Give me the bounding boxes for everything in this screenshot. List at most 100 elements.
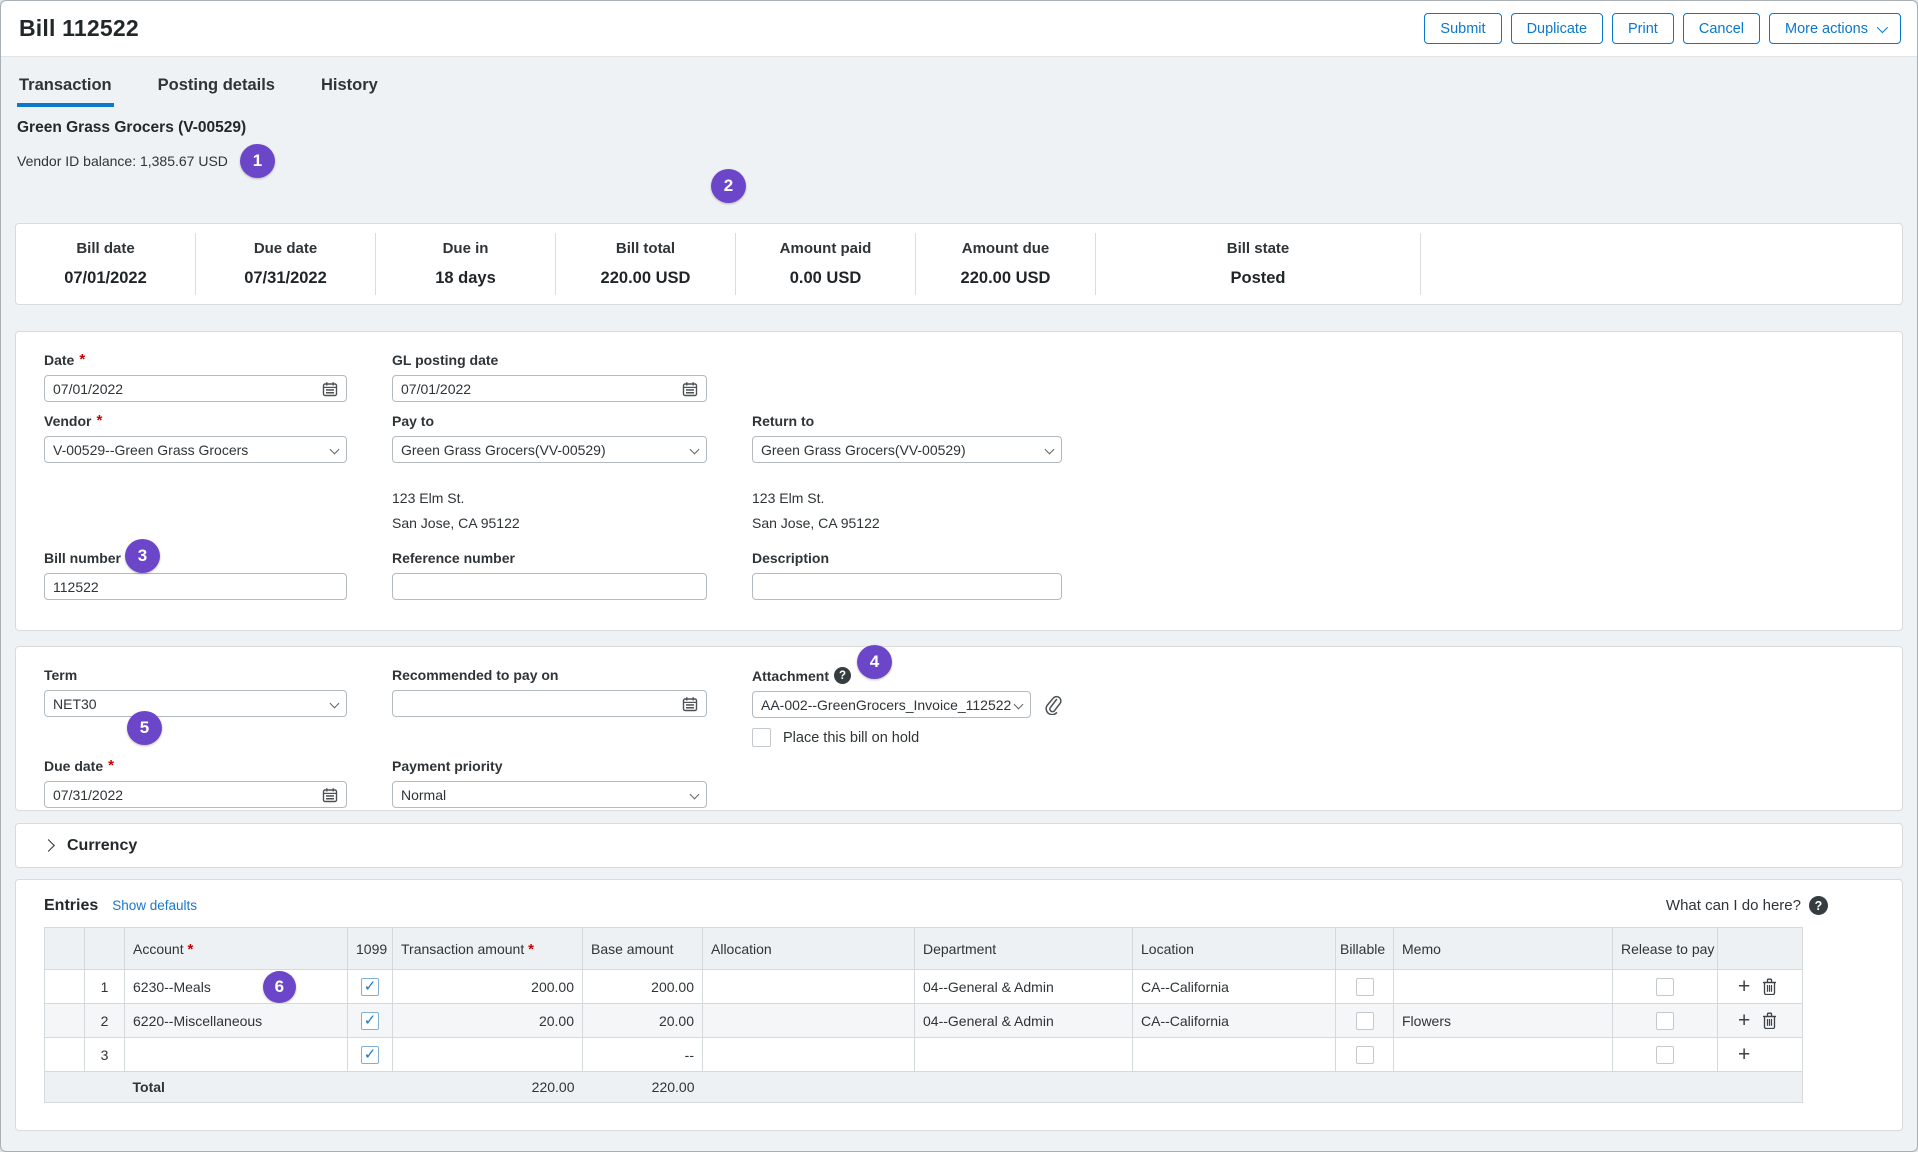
payment-priority-select[interactable]: Normal bbox=[392, 781, 707, 808]
required-marker: * bbox=[108, 761, 114, 771]
gl-posting-date-label: GL posting date bbox=[392, 352, 498, 368]
delete-row-icon[interactable] bbox=[1762, 978, 1777, 995]
reference-number-label: Reference number bbox=[392, 550, 515, 566]
show-defaults-link[interactable]: Show defaults bbox=[112, 898, 197, 913]
calendar-icon[interactable] bbox=[322, 381, 338, 397]
1099-checkbox[interactable] bbox=[361, 1012, 379, 1030]
payment-priority-label: Payment priority bbox=[392, 758, 502, 774]
vendor-balance-text: Vendor ID balance: 1,385.67 USD bbox=[17, 153, 228, 169]
address-line-1: 123 Elm St. bbox=[392, 486, 707, 511]
add-row-icon[interactable]: + bbox=[1738, 1010, 1750, 1031]
bill-number-input[interactable] bbox=[53, 579, 338, 595]
recommended-to-pay-on-input[interactable] bbox=[401, 696, 682, 712]
vendor-select[interactable]: V-00529--Green Grass Grocers bbox=[44, 436, 347, 463]
gl-posting-date-input[interactable] bbox=[401, 381, 682, 397]
callout-badge-4: 4 bbox=[857, 645, 892, 679]
account-cell[interactable]: 6220--Miscellaneous bbox=[125, 1004, 348, 1038]
address-line-2: San Jose, CA 95122 bbox=[392, 511, 707, 536]
location-column-header: Location bbox=[1133, 928, 1336, 970]
transaction-amount-cell[interactable]: 200.00 bbox=[393, 970, 583, 1004]
total-transaction-amount: 220.00 bbox=[393, 1072, 583, 1103]
entry-row-2: 2 6220--Miscellaneous 20.00 20.00 04--Ge… bbox=[45, 1004, 1803, 1038]
memo-cell[interactable] bbox=[1394, 1038, 1613, 1072]
tab-transaction[interactable]: Transaction bbox=[17, 76, 114, 107]
calendar-icon[interactable] bbox=[322, 787, 338, 803]
location-cell[interactable]: CA--California bbox=[1133, 1004, 1336, 1038]
location-cell[interactable]: CA--California bbox=[1133, 970, 1336, 1004]
description-label: Description bbox=[752, 550, 829, 566]
print-button[interactable]: Print bbox=[1612, 13, 1674, 44]
description-input[interactable] bbox=[761, 579, 1053, 595]
bill-detail-page: Bill 112522 Submit Duplicate Print Cance… bbox=[0, 0, 1918, 1152]
chevron-down-icon bbox=[690, 790, 700, 800]
attachment-select-value: AA-002--GreenGrocers_Invoice_112522 bbox=[761, 697, 1011, 713]
calendar-icon[interactable] bbox=[682, 381, 698, 397]
account-cell[interactable] bbox=[125, 1038, 348, 1072]
more-actions-button[interactable]: More actions bbox=[1769, 13, 1901, 44]
tab-posting-details[interactable]: Posting details bbox=[156, 76, 277, 107]
chevron-down-icon bbox=[1014, 700, 1024, 710]
entries-table: Account * 1099 Transaction amount * Base… bbox=[44, 927, 1803, 1103]
date-label: Date bbox=[44, 352, 74, 368]
transaction-amount-cell[interactable] bbox=[393, 1038, 583, 1072]
hold-checkbox[interactable] bbox=[752, 728, 771, 747]
1099-checkbox[interactable] bbox=[361, 978, 379, 996]
attachment-field: Attachment ? AA-002--GreenGrocers_Invoic… bbox=[752, 667, 1062, 747]
recommended-to-pay-on-label: Recommended to pay on bbox=[392, 667, 558, 683]
billable-checkbox[interactable] bbox=[1356, 1012, 1374, 1030]
empty-cell bbox=[752, 352, 1062, 402]
department-cell[interactable]: 04--General & Admin bbox=[915, 970, 1133, 1004]
add-row-icon[interactable]: + bbox=[1738, 976, 1750, 997]
summary-value: 220.00 USD bbox=[601, 269, 691, 288]
tab-history[interactable]: History bbox=[319, 76, 380, 107]
location-cell[interactable] bbox=[1133, 1038, 1336, 1072]
address-line-1: 123 Elm St. bbox=[752, 486, 1062, 511]
department-cell[interactable] bbox=[915, 1038, 1133, 1072]
due-date-label: Due date bbox=[44, 758, 103, 774]
summary-label: Bill total bbox=[616, 240, 675, 257]
summary-label: Bill date bbox=[76, 240, 134, 257]
memo-cell[interactable] bbox=[1394, 970, 1613, 1004]
attachment-select[interactable]: AA-002--GreenGrocers_Invoice_112522 bbox=[752, 691, 1031, 718]
release-to-pay-checkbox[interactable] bbox=[1656, 978, 1674, 996]
release-to-pay-checkbox[interactable] bbox=[1656, 1012, 1674, 1030]
attachment-help-icon[interactable]: ? bbox=[834, 667, 851, 684]
1099-checkbox[interactable] bbox=[361, 1046, 379, 1064]
cancel-button[interactable]: Cancel bbox=[1683, 13, 1760, 44]
hold-checkbox-row: Place this bill on hold bbox=[752, 728, 1062, 747]
summary-due-date: Due date 07/31/2022 bbox=[196, 233, 376, 295]
billable-checkbox[interactable] bbox=[1356, 978, 1374, 996]
chevron-right-icon bbox=[42, 839, 55, 852]
return-to-select[interactable]: Green Grass Grocers(VV-00529) bbox=[752, 436, 1062, 463]
delete-row-icon[interactable] bbox=[1762, 1012, 1777, 1029]
summary-value: 18 days bbox=[435, 269, 496, 288]
department-cell[interactable]: 04--General & Admin bbox=[915, 1004, 1133, 1038]
reference-number-input[interactable] bbox=[401, 579, 698, 595]
row-number-column-header bbox=[85, 928, 125, 970]
submit-button[interactable]: Submit bbox=[1424, 13, 1501, 44]
pay-to-field: Pay to Green Grass Grocers(VV-00529) bbox=[392, 413, 707, 463]
entries-total-row: Total 220.00 220.00 bbox=[45, 1072, 1803, 1103]
account-cell[interactable]: 6230--Meals bbox=[133, 979, 211, 995]
billable-checkbox[interactable] bbox=[1356, 1046, 1374, 1064]
calendar-icon[interactable] bbox=[682, 696, 698, 712]
due-date-input[interactable] bbox=[53, 787, 322, 803]
return-to-address: 123 Elm St. San Jose, CA 95122 bbox=[752, 486, 1062, 536]
bill-number-field: Bill number bbox=[44, 550, 347, 600]
add-row-icon[interactable]: + bbox=[1738, 1044, 1750, 1065]
release-to-pay-checkbox[interactable] bbox=[1656, 1046, 1674, 1064]
allocation-cell[interactable] bbox=[703, 1038, 915, 1072]
term-select[interactable]: NET30 bbox=[44, 690, 347, 717]
date-input[interactable] bbox=[53, 381, 322, 397]
entries-help-icon[interactable]: ? bbox=[1809, 896, 1828, 915]
transaction-amount-cell[interactable]: 20.00 bbox=[393, 1004, 583, 1038]
chevron-down-icon bbox=[1877, 21, 1888, 32]
memo-cell[interactable]: Flowers bbox=[1394, 1004, 1613, 1038]
currency-section[interactable]: Currency bbox=[15, 823, 1903, 868]
empty-cell bbox=[44, 486, 347, 536]
pay-to-select[interactable]: Green Grass Grocers(VV-00529) bbox=[392, 436, 707, 463]
duplicate-button[interactable]: Duplicate bbox=[1511, 13, 1603, 44]
allocation-cell[interactable] bbox=[703, 970, 915, 1004]
paperclip-icon[interactable] bbox=[1043, 694, 1062, 715]
allocation-cell[interactable] bbox=[703, 1004, 915, 1038]
